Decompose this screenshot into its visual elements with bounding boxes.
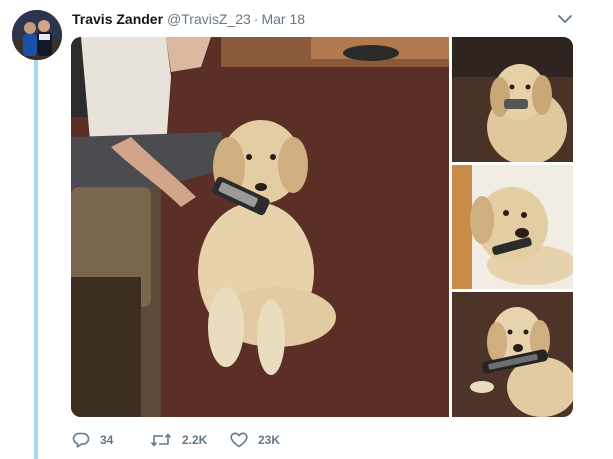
- avatar-image: [12, 10, 62, 60]
- reply-button[interactable]: 34: [72, 432, 150, 448]
- retweet-arrows-icon: [150, 433, 172, 447]
- more-options-button[interactable]: [556, 10, 574, 28]
- like-count: 23K: [258, 433, 281, 447]
- author-name[interactable]: Travis Zander: [72, 11, 163, 27]
- like-button[interactable]: 23K: [230, 432, 300, 448]
- photo-dog-carrying[interactable]: [452, 292, 573, 417]
- retweet-count: 2.2K: [182, 433, 208, 447]
- thread-line: [34, 58, 38, 459]
- photo-dog-closeup[interactable]: [452, 37, 573, 162]
- chevron-down-icon: [558, 14, 572, 23]
- reply-count: 34: [100, 433, 114, 447]
- tweet-date[interactable]: Mar 18: [261, 11, 305, 27]
- photo-dog-sitting[interactable]: [71, 37, 449, 417]
- author-handle[interactable]: @TravisZ_23: [167, 11, 251, 27]
- tweet-header: Travis Zander @TravisZ_23 · Mar 18: [72, 10, 305, 28]
- tweet-actions: 34 2.2K 23K: [72, 430, 300, 450]
- photo-grid: [71, 37, 573, 417]
- heart-outline-icon: [230, 432, 248, 448]
- speech-bubble-icon: [72, 432, 90, 448]
- separator-dot: ·: [253, 11, 259, 27]
- retweet-button[interactable]: 2.2K: [150, 433, 230, 447]
- avatar[interactable]: [12, 10, 62, 60]
- photo-dog-lying[interactable]: [452, 165, 573, 289]
